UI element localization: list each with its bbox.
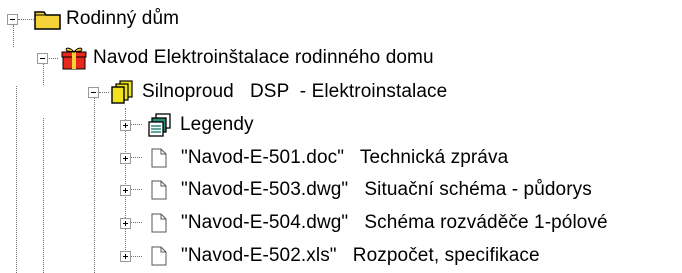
tree-node-root[interactable]: Rodinný dům [0, 4, 220, 34]
tree-node-item[interactable]: "Navod-E-503.dwg" Situační schéma - půdo… [0, 175, 682, 205]
tree-node-label: Navod Elektroinštalace rodinného domu [93, 47, 434, 68]
document-icon [151, 180, 167, 206]
expand-toggle[interactable] [120, 153, 131, 164]
expand-toggle[interactable] [120, 185, 131, 196]
tree-node-label: "Navod-E-502.xls" Rozpočet, specifikace [181, 245, 540, 266]
tree-node-item[interactable]: Legendy [0, 110, 682, 140]
yellow-documents-icon [111, 80, 135, 110]
document-icon [151, 246, 167, 272]
expand-toggle[interactable] [120, 120, 131, 131]
tree-node-label: Rodinný dům [66, 8, 180, 29]
tree-node-label: "Navod-E-503.dwg" Situační schéma - půdo… [181, 179, 592, 200]
document-icon [151, 148, 167, 174]
tree-node-label: Silnoproud DSP - Elektroinstalace [142, 81, 448, 102]
tree-node-project[interactable]: Navod Elektroinštalace rodinného domu [0, 43, 682, 73]
tree-node-item[interactable]: "Navod-E-502.xls" Rozpočet, specifikace [0, 241, 682, 271]
collapse-toggle[interactable] [7, 14, 18, 25]
tree-node-label: "Navod-E-504.dwg" Schéma rozváděče 1-pól… [181, 212, 608, 233]
folder-icon [34, 8, 62, 36]
document-icon [151, 213, 167, 239]
tree-node-label: Legendy [180, 114, 254, 135]
tree-node-group[interactable]: Silnoproud DSP - Elektroinstalace [0, 77, 682, 107]
collapse-toggle[interactable] [37, 53, 48, 64]
tree-node-item[interactable]: "Navod-E-501.doc" Technická zpráva [0, 143, 682, 173]
tree-view[interactable]: Rodinný dům Navod Elektroinštalace rodin… [0, 0, 682, 273]
stacked-pages-icon [148, 113, 172, 143]
collapse-toggle[interactable] [88, 87, 99, 98]
expand-toggle[interactable] [120, 251, 131, 262]
gift-icon [61, 46, 87, 76]
tree-node-label: "Navod-E-501.doc" Technická zpráva [181, 147, 509, 168]
tree-node-item[interactable]: "Navod-E-504.dwg" Schéma rozváděče 1-pól… [0, 208, 682, 238]
expand-toggle[interactable] [120, 218, 131, 229]
